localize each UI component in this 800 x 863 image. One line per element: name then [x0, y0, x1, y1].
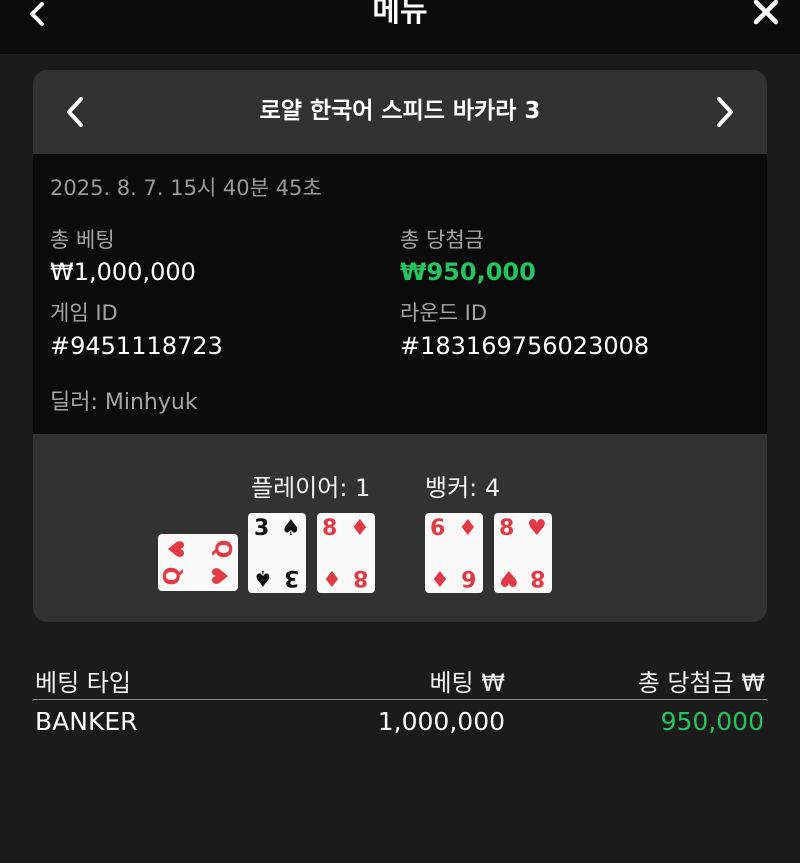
chevron-right-icon [717, 97, 733, 127]
heart-suit: ♥ [208, 566, 234, 586]
player-card-2: 3 ♠ ♠ 3 [248, 513, 306, 593]
card-rank: 8 [322, 516, 338, 541]
diamond-suit: ♦ [458, 516, 478, 541]
total-bet-value: ₩1,000,000 [50, 258, 196, 286]
table-name: 로얄 한국어 스피드 바카라 3 [259, 98, 541, 124]
dealer-name: 딜러: Minhyuk [50, 390, 198, 415]
round-result: 플레이어: 1 뱅커: 4 ♥ Q Q ♥ 3 ♠ ♠ 3 8 ♦ ♦ 8 6 … [33, 434, 767, 622]
player-score: 플레이어: 1 [251, 474, 371, 502]
bet-type-cell: BANKER [35, 707, 138, 736]
card-rank: 8 [530, 565, 546, 590]
page-title: 메뉴 [372, 0, 428, 29]
player-card-1: ♥ Q Q ♥ [158, 534, 238, 591]
banker-card-1: 6 ♦ ♦ 6 [425, 513, 483, 593]
heart-suit: ♥ [499, 565, 519, 590]
column-header-bet-type: 베팅 타입 [35, 669, 131, 697]
card-rank: 3 [254, 516, 270, 541]
heart-suit: ♥ [527, 516, 547, 541]
banker-score: 뱅커: 4 [425, 474, 501, 502]
card-rank: 6 [461, 565, 477, 590]
card-rank: Q [160, 566, 186, 586]
heart-suit: ♥ [161, 539, 187, 559]
top-bar: 메뉴 [0, 0, 800, 54]
close-icon [753, 0, 779, 25]
spade-suit: ♠ [253, 565, 273, 590]
round-datetime: 2025. 8. 7. 15시 40분 45초 [50, 176, 322, 200]
bet-amount-cell: 1,000,000 [377, 707, 505, 736]
column-header-total-win: 총 당첨금 ₩ [637, 669, 765, 697]
diamond-suit: ♦ [350, 516, 370, 541]
card-rank: 8 [353, 565, 369, 590]
player-card-3: 8 ♦ ♦ 8 [317, 513, 375, 593]
close-button[interactable] [752, 0, 780, 28]
total-win-value: ₩950,000 [400, 258, 536, 286]
banker-card-2: 8 ♥ ♥ 8 [494, 513, 552, 593]
total-win-label: 총 당첨금 [400, 228, 484, 252]
spade-suit: ♠ [281, 516, 301, 541]
history-card: 로얄 한국어 스피드 바카라 3 2025. 8. 7. 15시 40분 45초… [33, 70, 767, 622]
card-rank: Q [209, 539, 235, 559]
next-round-button[interactable] [707, 94, 743, 130]
round-info: 2025. 8. 7. 15시 40분 45초 총 베팅 ₩1,000,000 … [33, 154, 767, 434]
game-id-label: 게임 ID [50, 301, 118, 325]
card-rank: 8 [499, 516, 515, 541]
game-id-value: #9451118723 [50, 332, 223, 360]
card-rank: 6 [430, 516, 446, 541]
table-divider [33, 699, 767, 700]
round-id-label: 라운드 ID [400, 301, 487, 325]
card-rank: 3 [284, 565, 300, 590]
round-id-value: #183169756023008 [400, 332, 650, 360]
column-header-bet-amount: 베팅 ₩ [429, 669, 505, 697]
win-amount-cell: 950,000 [660, 707, 764, 736]
diamond-suit: ♦ [322, 565, 342, 590]
card-header: 로얄 한국어 스피드 바카라 3 [33, 70, 767, 154]
diamond-suit: ♦ [430, 565, 450, 590]
total-bet-label: 총 베팅 [50, 228, 115, 252]
